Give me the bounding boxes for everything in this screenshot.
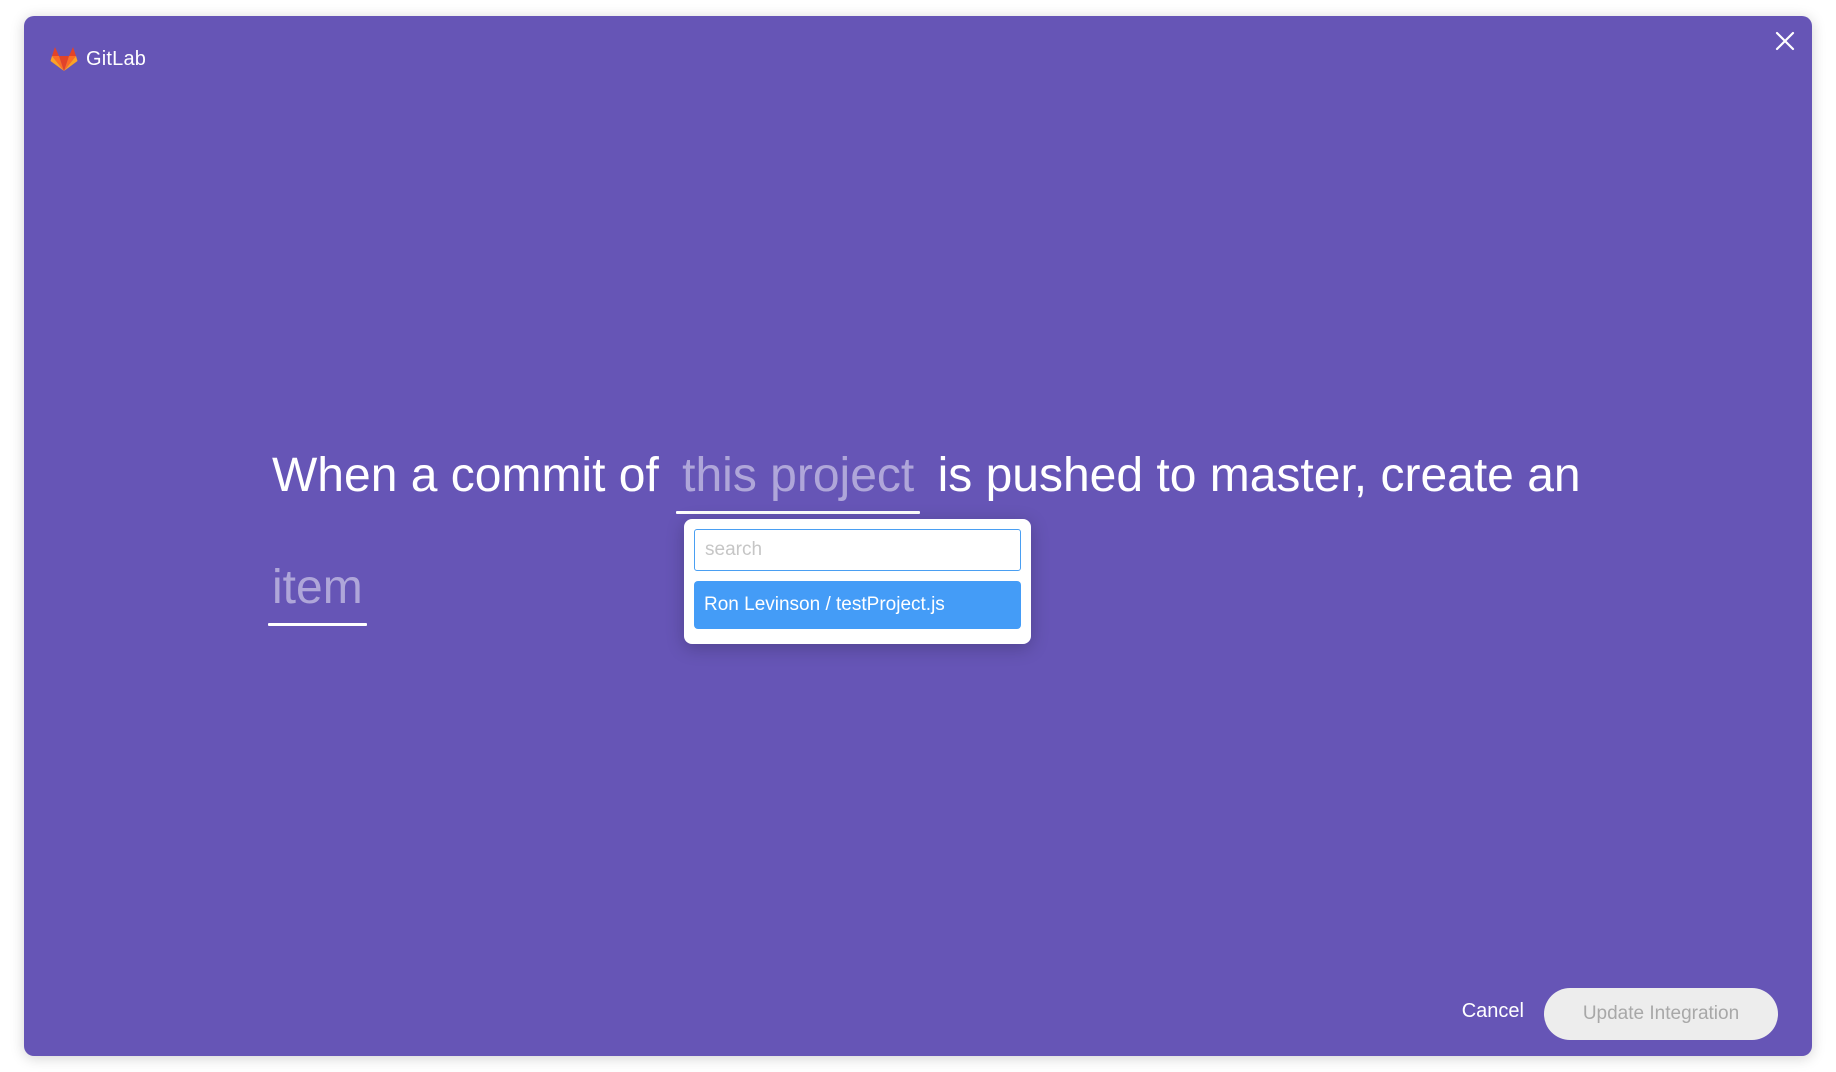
project-dropdown: Ron Levinson / testProject.js (684, 519, 1031, 644)
recipe-text-suffix: is pushed to master, create an (924, 449, 1581, 502)
recipe-sentence-line-2: item (268, 558, 371, 626)
gitlab-tanuki-icon (50, 46, 78, 72)
project-search-input[interactable] (694, 529, 1021, 571)
update-integration-button[interactable]: Update Integration (1544, 988, 1778, 1040)
brand-name: GitLab (86, 47, 147, 70)
cancel-button[interactable]: Cancel (1462, 1000, 1524, 1023)
dropdown-option[interactable]: Ron Levinson / testProject.js (694, 581, 1021, 629)
recipe-text-prefix: When a commit of (272, 449, 673, 502)
project-selector[interactable]: this project (676, 446, 921, 514)
brand: GitLab (50, 46, 146, 72)
item-selector[interactable]: item (268, 558, 367, 626)
close-icon (1775, 31, 1795, 51)
close-button[interactable] (1770, 26, 1800, 56)
integration-modal: GitLab When a commit of this project is … (24, 16, 1812, 1056)
recipe-sentence-line-1: When a commit of this project is pushed … (272, 446, 1581, 514)
